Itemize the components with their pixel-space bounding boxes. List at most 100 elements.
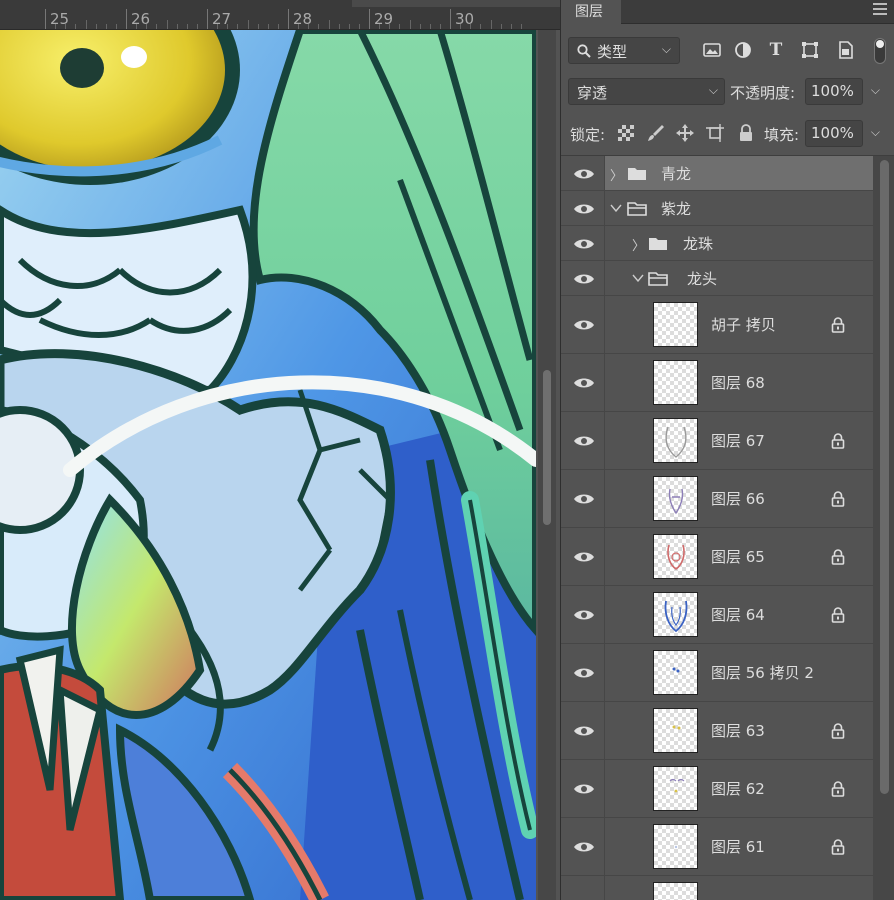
eye-icon[interactable] (573, 782, 595, 796)
lock-icon (831, 607, 845, 623)
layer-thumbnail (653, 476, 698, 521)
lock-icon (831, 839, 845, 855)
lock-position-move-icon[interactable] (676, 124, 694, 142)
panel-tab-bar: 图层 (561, 0, 894, 24)
tab-layers[interactable]: 图层 (561, 0, 621, 24)
layer-row[interactable]: 图层 68 (561, 354, 873, 412)
eye-icon[interactable] (573, 318, 595, 332)
ruler-tick (450, 9, 451, 29)
eye-icon[interactable] (573, 434, 595, 448)
horizontal-ruler: 25 26 27 28 29 30 (0, 0, 560, 30)
chevron-down-icon[interactable]: ⌵ (871, 83, 880, 98)
panel-menu-icon[interactable] (873, 3, 887, 18)
layer-name: 图层 64 (711, 606, 765, 624)
eye-icon[interactable] (573, 376, 595, 390)
layer-row[interactable]: 图层 56 拷贝 2 (561, 644, 873, 702)
filter-toggle-switch[interactable] (874, 38, 886, 64)
blend-mode-dropdown[interactable]: 穿透 ⌵ (568, 78, 725, 105)
eye-icon[interactable] (573, 492, 595, 506)
type-filter-icon[interactable]: T (766, 40, 786, 60)
layer-row[interactable]: 图层 65 (561, 528, 873, 586)
layer-name: 胡子 拷贝 (711, 316, 776, 334)
folder-open-icon (627, 202, 647, 216)
layer-row[interactable]: 胡子 拷贝 (561, 296, 873, 354)
shape-filter-icon[interactable] (800, 40, 820, 60)
canvas-scroll-thumb[interactable] (543, 370, 551, 525)
lock-icon (831, 781, 845, 797)
layer-row[interactable]: 图层 61 (561, 818, 873, 876)
eye-icon[interactable] (573, 840, 595, 854)
layers-scroll-thumb[interactable] (880, 160, 889, 794)
layer-thumbnail (653, 824, 698, 869)
opacity-label: 不透明度: (730, 84, 796, 102)
lock-icon (831, 549, 845, 565)
lock-all-icon[interactable] (737, 124, 755, 142)
layer-row[interactable]: 图层 64 (561, 586, 873, 644)
filter-kind-label: 类型 (597, 43, 628, 61)
layer-thumbnail (653, 302, 698, 347)
layer-list[interactable]: 〉 青龙 紫龙 〉 龙珠 龙头 胡子 拷贝 图层 68 图层 67 图层 66 … (561, 156, 873, 900)
layer-name: 青龙 (661, 165, 692, 183)
opacity-input[interactable]: 100% ⌵ (805, 78, 880, 105)
lock-transparency-icon[interactable] (617, 124, 635, 142)
filter-kind-dropdown[interactable]: 类型 ⌵ (568, 37, 680, 64)
layer-group-row[interactable]: 紫龙 (561, 191, 873, 226)
image-filter-icon[interactable] (702, 40, 722, 60)
chevron-right-icon[interactable]: 〉 (632, 235, 645, 254)
layer-group-row[interactable]: 龙头 (561, 261, 873, 296)
ruler-tick (369, 9, 370, 29)
eye-icon[interactable] (573, 167, 595, 181)
smart-object-filter-icon[interactable] (835, 40, 855, 60)
fill-label: 填充: (764, 126, 800, 144)
ruler-minor-tick (328, 20, 330, 29)
layer-row[interactable]: 图层 62 (561, 760, 873, 818)
layer-thumbnail (653, 534, 698, 579)
canvas-vertical-scrollbar[interactable] (538, 30, 556, 900)
ruler-minor-tick (166, 20, 168, 29)
layer-row[interactable]: 图层 66 (561, 470, 873, 528)
layer-name: 紫龙 (661, 200, 692, 218)
lock-pixels-brush-icon[interactable] (647, 124, 665, 142)
layer-thumbnail (653, 592, 698, 637)
blend-mode-value: 穿透 (577, 84, 608, 102)
layer-name: 图层 56 拷贝 2 (711, 664, 814, 682)
layer-name: 图层 66 (711, 490, 765, 508)
layer-thumbnail (653, 360, 698, 405)
layer-row[interactable]: 图层 63 (561, 702, 873, 760)
canvas-area[interactable] (0, 30, 560, 900)
chevron-down-icon[interactable]: ⌵ (871, 125, 880, 140)
layer-group-row[interactable]: 〉 龙珠 (561, 226, 873, 261)
ruler-minor-tick (85, 20, 87, 29)
search-icon (577, 44, 591, 58)
chevron-right-icon[interactable]: 〉 (610, 165, 623, 184)
adjustment-filter-icon[interactable] (733, 40, 753, 60)
ruler-tick (45, 9, 46, 29)
ruler-tick (126, 9, 127, 29)
dragon-artwork[interactable] (0, 30, 536, 900)
chevron-down-icon: ⌵ (708, 83, 718, 97)
chevron-down-icon[interactable] (610, 204, 622, 212)
ruler-scroll-thumb (352, 0, 560, 7)
layers-vertical-scrollbar[interactable] (873, 156, 894, 900)
eye-icon[interactable] (573, 608, 595, 622)
opacity-value: 100% (811, 82, 854, 100)
eye-icon[interactable] (573, 202, 595, 216)
layer-row-partial[interactable] (561, 876, 873, 900)
lock-icon (831, 723, 845, 739)
chevron-down-icon[interactable] (632, 274, 644, 282)
lock-icon (831, 317, 845, 333)
layer-name: 龙头 (687, 270, 718, 288)
layer-group-row[interactable]: 〉 青龙 (561, 156, 873, 191)
layer-thumbnail (653, 766, 698, 811)
fill-input[interactable]: 100% ⌵ (805, 120, 880, 147)
layer-row[interactable]: 图层 67 (561, 412, 873, 470)
ruler-tick (288, 9, 289, 29)
eye-icon[interactable] (573, 272, 595, 286)
eye-icon[interactable] (573, 724, 595, 738)
eye-icon[interactable] (573, 237, 595, 251)
eye-icon[interactable] (573, 550, 595, 564)
lock-artboard-icon[interactable] (706, 124, 724, 142)
lock-icon (831, 433, 845, 449)
layer-thumbnail (653, 650, 698, 695)
eye-icon[interactable] (573, 666, 595, 680)
